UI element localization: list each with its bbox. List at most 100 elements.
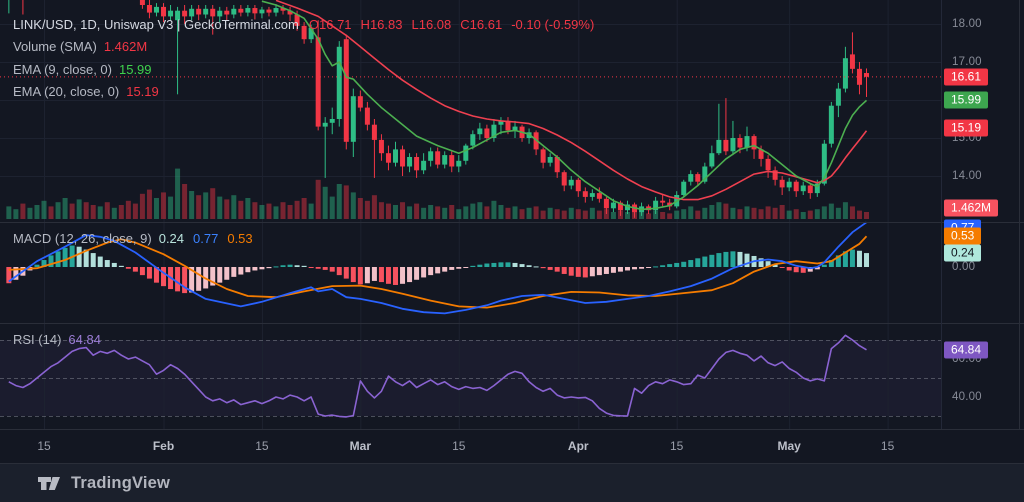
candle-body <box>660 200 666 203</box>
rsi-label: RSI (14) <box>13 332 62 347</box>
macd-histogram-bar <box>259 267 265 270</box>
macd-histogram-bar <box>463 267 469 268</box>
macd-histogram-bar <box>864 253 870 267</box>
volume-bar <box>210 188 216 219</box>
macd-histogram-bar <box>252 267 258 271</box>
volume-bar <box>329 196 335 219</box>
candle-body <box>723 139 729 152</box>
time-axis-label: Feb <box>152 439 175 453</box>
volume-bar <box>814 209 820 219</box>
volume-bar <box>695 210 701 219</box>
volume-bar <box>350 192 356 219</box>
ema20-label: EMA (20, close, 0) <box>13 84 120 100</box>
volume-bar <box>723 203 729 219</box>
macd-histogram-bar <box>371 267 377 281</box>
volume-bar <box>751 207 757 219</box>
macd-histogram-bar <box>821 264 827 267</box>
volume-bar <box>674 210 680 219</box>
candle-body <box>435 151 441 165</box>
volume-bar <box>737 209 743 219</box>
macd-histogram-bar <box>561 267 567 274</box>
volume-bar <box>561 210 567 219</box>
price-axis[interactable]: 18.00 17.00 15.00 14.00 0.00 60.00 40.00 16.61 1… <box>941 0 1024 429</box>
volume-bar <box>400 202 406 219</box>
macd-histogram-bar <box>533 266 539 268</box>
volume-badge: 1.462M <box>944 199 999 217</box>
time-axis-label: 15 <box>255 439 269 453</box>
tradingview-chart-widget: LINK/USD, 1D, Uniswap V3 | GeckoTerminal… <box>0 0 1024 502</box>
macd-legend-row[interactable]: MACD (12, 26, close, 9) 0.24 0.77 0.53 <box>13 231 262 246</box>
volume-bar <box>62 198 68 219</box>
volume-bar <box>308 203 314 219</box>
macd-histogram-bar <box>709 254 715 267</box>
candle-body <box>414 157 420 171</box>
symbol-legend-row[interactable]: LINK/USD, 1D, Uniswap V3 | GeckoTerminal… <box>13 13 603 36</box>
macd-histogram-bar <box>76 246 82 267</box>
ema9-label: EMA (9, close, 0) <box>13 61 112 77</box>
macd-histogram-bar <box>456 267 462 269</box>
symbol-title[interactable]: LINK/USD, 1D, Uniswap V3 | GeckoTerminal… <box>13 17 299 32</box>
macd-histogram-bar <box>393 267 398 285</box>
time-axis-label: Apr <box>567 439 589 453</box>
macd-histogram-bar <box>498 262 504 267</box>
macd-histogram-bar <box>449 267 455 270</box>
volume-bar <box>786 210 792 219</box>
macd-histogram-bar <box>385 267 391 284</box>
candle-body <box>371 124 377 140</box>
candle-body <box>730 138 736 152</box>
volume-bar <box>449 205 455 219</box>
candle-body <box>709 153 715 167</box>
volume-bar <box>526 207 532 219</box>
volume-bar <box>533 206 539 219</box>
volume-bar <box>322 186 328 219</box>
volume-bar <box>125 200 131 219</box>
candle-body <box>688 174 694 182</box>
volume-bar <box>428 205 434 219</box>
ema20-legend-row[interactable]: EMA (20, close, 0) 15.19 <box>13 81 603 104</box>
candle-body <box>842 58 848 89</box>
macd-histogram-bar <box>786 267 792 271</box>
candle-body <box>849 54 855 69</box>
volume-bar <box>315 179 321 219</box>
rsi-legend-row[interactable]: RSI (14) 64.84 <box>13 332 110 347</box>
volume-bar <box>864 212 870 219</box>
volume-bar <box>301 198 307 219</box>
time-axis[interactable]: 15 Feb 15 Mar 15 Apr 15 May 15 <box>0 429 941 463</box>
macd-hist-value: 0.24 <box>158 231 185 246</box>
volume-bar <box>828 203 834 219</box>
tradingview-logo-icon[interactable] <box>37 474 62 493</box>
volume-bar <box>245 198 251 219</box>
macd-histogram-bar <box>350 267 356 283</box>
volume-bar <box>842 202 848 219</box>
candle-body <box>470 134 476 146</box>
price-axis-label: 18.00 <box>952 18 982 30</box>
macd-histogram-bar <box>695 258 701 267</box>
volume-bar <box>568 207 574 219</box>
macd-label: MACD (12, 26, close, 9) <box>13 231 152 246</box>
time-axis-label: 15 <box>880 439 895 453</box>
time-axis-label: May <box>777 439 801 453</box>
macd-histogram-bar <box>273 266 279 268</box>
volume-bar <box>224 199 230 219</box>
volume-legend-row[interactable]: Volume (SMA) 1.462M <box>13 36 603 59</box>
macd-histogram-bar <box>442 267 448 272</box>
macd-histogram-bar <box>238 267 244 275</box>
candle-body <box>610 202 616 209</box>
volume-bar <box>364 200 370 219</box>
macd-histogram-bar <box>414 267 420 280</box>
volume-bar <box>196 195 202 219</box>
macd-histogram-bar <box>667 264 673 267</box>
tradingview-brand-link[interactable]: TradingView <box>71 474 170 493</box>
candle-body <box>153 6 159 13</box>
macd-histogram-bar <box>175 267 181 292</box>
macd-histogram-bar <box>301 265 307 267</box>
volume-bar <box>238 200 244 219</box>
candle-body <box>596 193 602 199</box>
ema9-legend-row[interactable]: EMA (9, close, 0) 15.99 <box>13 58 603 81</box>
volume-bar <box>161 192 167 219</box>
candle-body <box>322 122 328 127</box>
volume-bar <box>27 207 33 219</box>
macd-histogram-bar <box>653 266 659 268</box>
volume-bar <box>273 206 279 219</box>
candle-body <box>575 179 581 192</box>
